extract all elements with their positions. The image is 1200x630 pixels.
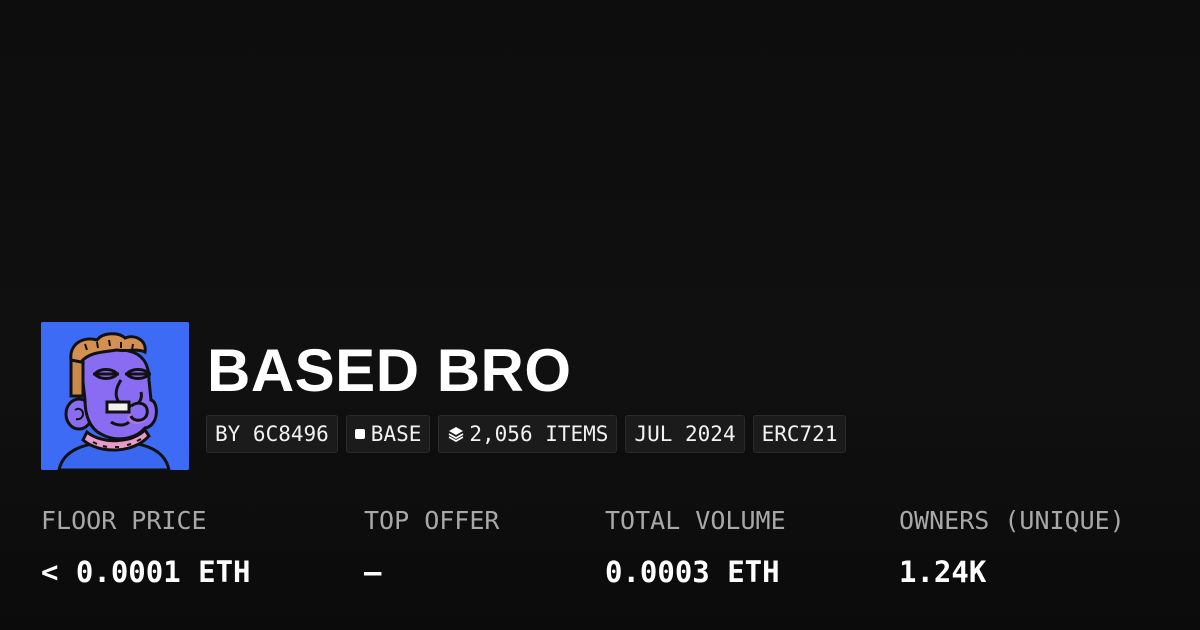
creator-label: BY 6C8496 [215, 422, 329, 446]
collection-stats: FLOOR PRICE < 0.0001 ETH TOP OFFER – TOT… [0, 503, 1200, 603]
stat-value: < 0.0001 ETH [41, 555, 251, 589]
items-chip: 2,056 ITEMS [438, 415, 618, 453]
stat-value: – [364, 555, 382, 589]
cartoon-avatar-icon [41, 322, 189, 470]
stat-floor-price: FLOOR PRICE < 0.0001 ETH [41, 503, 251, 590]
square-icon [354, 429, 365, 439]
collection-title: BASED BRO [207, 337, 572, 404]
created-date: JUL 2024 [634, 422, 736, 446]
stat-value: 1.24K [899, 555, 987, 589]
items-count: 2,056 ITEMS [469, 422, 609, 446]
stat-label: FLOOR PRICE [41, 506, 207, 535]
stat-label: TOP OFFER [364, 506, 500, 535]
creator-chip[interactable]: BY 6C8496 [206, 415, 338, 453]
chain-chip[interactable]: BASE [345, 415, 431, 453]
chain-label: BASE [370, 422, 422, 446]
stat-value: 0.0003 ETH [605, 555, 780, 589]
standard-chip: ERC721 [752, 415, 847, 453]
stat-label: OWNERS (UNIQUE) [899, 506, 1125, 535]
stat-top-offer: TOP OFFER – [364, 503, 499, 590]
token-standard: ERC721 [761, 422, 838, 446]
collection-avatar [41, 322, 189, 470]
stat-label: TOTAL VOLUME [605, 506, 786, 535]
stat-owners: OWNERS (UNIQUE) 1.24K [899, 503, 1125, 590]
date-chip: JUL 2024 [625, 415, 745, 453]
collection-meta-chips: BY 6C8496 BASE 2,056 ITEMS JUL 2024 ERC7… [206, 415, 847, 453]
stat-total-volume: TOTAL VOLUME 0.0003 ETH [605, 503, 786, 590]
layers-icon [448, 427, 464, 443]
